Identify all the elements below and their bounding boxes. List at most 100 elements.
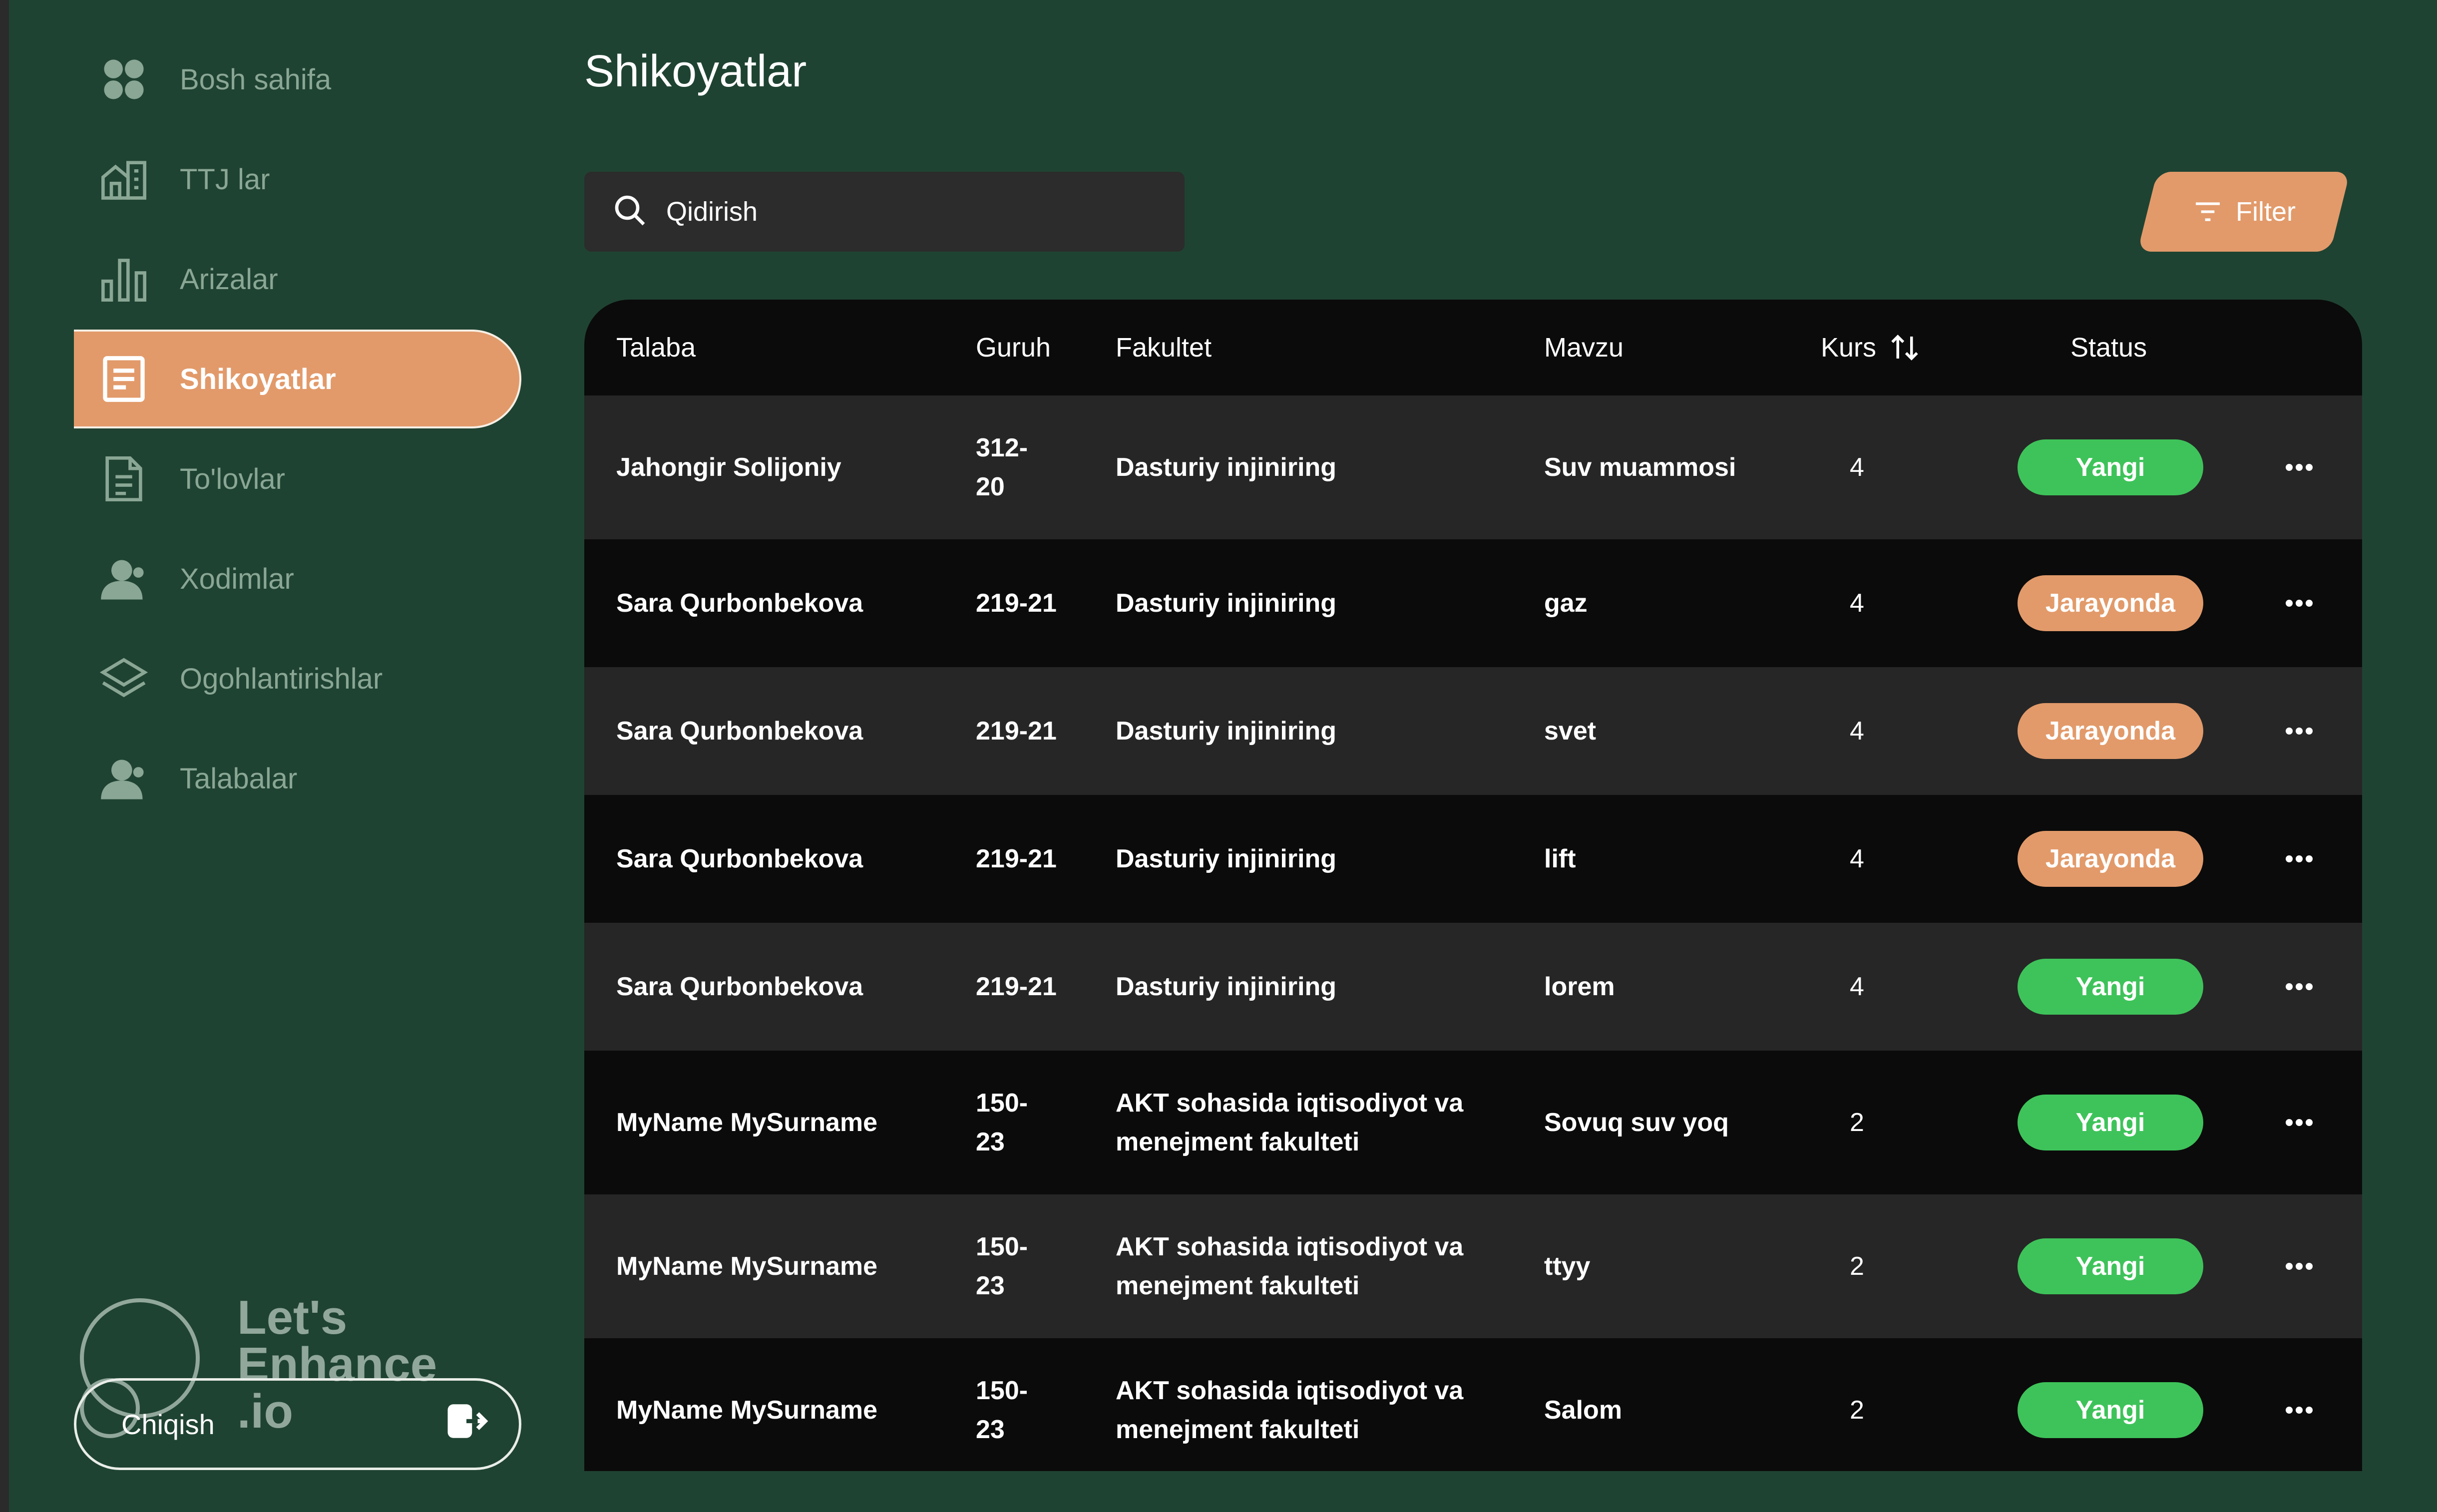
table-row[interactable]: MyName MySurname 150- 23 AKT sohasida iqti…: [584, 1194, 2362, 1338]
table-row[interactable]: MyName MySurname 150- 23 AKT sohasida iqti…: [584, 1051, 2362, 1194]
cell-kurs: 4: [1850, 717, 1864, 746]
column-header-kurs-label: Kurs: [1821, 333, 1877, 363]
cell-kurs: 2: [1850, 1108, 1864, 1137]
cell-guruh: 150- 23: [976, 1376, 1028, 1444]
cell-talaba: MyName MySurname: [616, 1252, 878, 1281]
cell-mavzu: Salom: [1544, 1396, 1623, 1425]
column-header-fakultet[interactable]: Fakultet: [1116, 300, 1212, 395]
cell-guruh: 150- 23: [976, 1089, 1028, 1156]
cell-mavzu: gaz: [1544, 589, 1588, 618]
bar-chart-icon: [99, 254, 149, 304]
more-options-icon[interactable]: [2279, 967, 2319, 1007]
cell-fakultet: AKT sohasida iqtisodiyot va menejment fa…: [1116, 1089, 1464, 1156]
column-header-talaba[interactable]: Talaba: [616, 300, 696, 395]
document-icon: [99, 354, 149, 404]
sort-icon[interactable]: [1888, 331, 1921, 364]
sidebar-item-xodimlar[interactable]: Xodimlar: [74, 529, 521, 628]
cell-fakultet: Dasturiy injiniring: [1116, 453, 1337, 482]
status-badge: Yangi: [2018, 439, 2203, 495]
status-badge: Jarayonda: [2018, 831, 2203, 887]
layers-icon: [99, 654, 149, 704]
more-options-icon[interactable]: [2279, 711, 2319, 751]
sidebar-item-tolovlar[interactable]: To'lovlar: [74, 429, 521, 528]
more-options-icon[interactable]: [2279, 839, 2319, 879]
sidebar-item-label: TTJ lar: [180, 163, 270, 196]
sidebar-item-ttj-lar[interactable]: TTJ lar: [74, 130, 521, 229]
column-header-status[interactable]: Status: [2070, 300, 2147, 395]
table-row[interactable]: Jahongir Solijoniy 312- 20 Dasturiy injini…: [584, 395, 2362, 539]
sidebar-item-label: To'lovlar: [180, 462, 285, 495]
complaints-table: Talaba Guruh Fakultet Mavzu Kurs Status …: [584, 300, 2362, 1471]
cell-kurs: 4: [1850, 972, 1864, 1001]
sidebar: Bosh sahifa TTJ lar Arizalar Shikoyatlar…: [74, 30, 521, 829]
sidebar-item-label: Arizalar: [180, 263, 278, 296]
column-header-guruh[interactable]: Guruh: [976, 300, 1051, 395]
cell-kurs: 4: [1850, 589, 1864, 618]
page-title: Shikoyatlar: [584, 46, 807, 96]
sidebar-item-arizalar[interactable]: Arizalar: [74, 230, 521, 329]
table-header: Talaba Guruh Fakultet Mavzu Kurs Status: [584, 300, 2362, 395]
sidebar-item-label: Xodimlar: [180, 562, 294, 595]
search-box[interactable]: [584, 172, 1185, 252]
sidebar-item-shikoyatlar[interactable]: Shikoyatlar: [74, 330, 521, 428]
status-badge: Yangi: [2018, 1382, 2203, 1438]
cell-talaba: Sara Qurbonbekova: [616, 589, 863, 618]
more-options-icon[interactable]: [2279, 583, 2319, 623]
status-badge: Yangi: [2018, 1095, 2203, 1150]
status-badge: Jarayonda: [2018, 575, 2203, 631]
column-header-mavzu[interactable]: Mavzu: [1544, 300, 1624, 395]
file-icon: [99, 454, 149, 504]
status-badge: Yangi: [2018, 959, 2203, 1015]
filter-button[interactable]: Filter: [2137, 172, 2350, 252]
building-icon: [99, 154, 149, 204]
filter-icon: [2196, 202, 2220, 221]
cell-fakultet: Dasturiy injiniring: [1116, 844, 1337, 873]
cell-guruh: 219-21: [976, 717, 1057, 746]
table-row[interactable]: MyName MySurname 150- 23 AKT sohasida iqti…: [584, 1338, 2362, 1471]
cell-fakultet: AKT sohasida iqtisodiyot va menejment fa…: [1116, 1232, 1464, 1300]
cell-mavzu: Suv muammosi: [1544, 453, 1736, 482]
cell-guruh: 150- 23: [976, 1232, 1028, 1300]
cell-talaba: Jahongir Solijoniy: [616, 453, 841, 482]
more-options-icon[interactable]: [2279, 447, 2319, 487]
sidebar-item-label: Talabalar: [180, 762, 298, 795]
table-row[interactable]: Sara Qurbonbekova 219-21 Dasturiy injiniri…: [584, 667, 2362, 795]
user-icon: [99, 554, 149, 604]
more-options-icon[interactable]: [2279, 1246, 2319, 1286]
more-options-icon[interactable]: [2279, 1103, 2319, 1142]
status-badge: Jarayonda: [2018, 703, 2203, 759]
cell-kurs: 4: [1850, 453, 1864, 482]
more-options-icon[interactable]: [2279, 1390, 2319, 1430]
cell-guruh: 219-21: [976, 972, 1057, 1001]
cell-talaba: Sara Qurbonbekova: [616, 972, 863, 1001]
cell-talaba: MyName MySurname: [616, 1396, 878, 1425]
column-header-kurs[interactable]: Kurs: [1821, 300, 1921, 395]
sidebar-item-label: Bosh sahifa: [180, 63, 332, 96]
user-icon: [99, 754, 149, 803]
cell-kurs: 2: [1850, 1396, 1864, 1425]
cell-fakultet: Dasturiy injiniring: [1116, 972, 1337, 1001]
logout-icon: [444, 1399, 489, 1450]
filter-button-inner: Filter: [2192, 196, 2296, 228]
window-edge: [0, 0, 9, 1512]
table-row[interactable]: Sara Qurbonbekova 219-21 Dasturiy injiniri…: [584, 795, 2362, 923]
cell-guruh: 219-21: [976, 589, 1057, 618]
table-row[interactable]: Sara Qurbonbekova 219-21 Dasturiy injiniri…: [584, 923, 2362, 1051]
cell-mavzu: lorem: [1544, 972, 1615, 1001]
status-badge: Yangi: [2018, 1238, 2203, 1294]
filter-label: Filter: [2236, 197, 2296, 227]
logout-button[interactable]: Chiqish: [74, 1378, 521, 1470]
table-body: Jahongir Solijoniy 312- 20 Dasturiy injini…: [584, 395, 2362, 1471]
sidebar-item-talabalar[interactable]: Talabalar: [74, 729, 521, 828]
sidebar-item-bosh-sahifa[interactable]: Bosh sahifa: [74, 30, 521, 129]
cell-fakultet: Dasturiy injiniring: [1116, 589, 1337, 618]
sidebar-item-ogohlantirishlar[interactable]: Ogohlantirishlar: [74, 629, 521, 728]
sidebar-item-label: Ogohlantirishlar: [180, 662, 383, 695]
cell-kurs: 4: [1850, 844, 1864, 873]
search-input[interactable]: [665, 196, 1117, 228]
cell-talaba: Sara Qurbonbekova: [616, 717, 863, 746]
table-row[interactable]: Sara Qurbonbekova 219-21 Dasturiy injiniri…: [584, 539, 2362, 667]
cell-fakultet: Dasturiy injiniring: [1116, 717, 1337, 746]
cell-fakultet: AKT sohasida iqtisodiyot va menejment fa…: [1116, 1376, 1464, 1444]
cell-talaba: Sara Qurbonbekova: [616, 844, 863, 873]
